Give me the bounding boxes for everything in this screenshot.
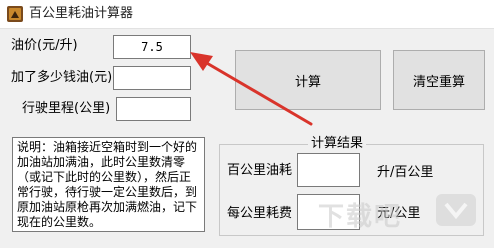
per100-unit: 升/百公里	[377, 165, 434, 180]
watermark: 下载吧	[318, 202, 403, 232]
calculate-button[interactable]: 计算	[235, 50, 381, 110]
price-input[interactable]: 7.5	[113, 35, 191, 59]
reset-button[interactable]: 清空重算	[393, 50, 485, 110]
per100-label: 百公里油耗	[227, 163, 293, 178]
cost-per-km-label: 每公里耗费	[227, 206, 293, 221]
fuel-amount-label: 加了多少钱油(元)	[11, 70, 113, 85]
fuel-amount-input[interactable]	[113, 66, 191, 90]
window-title: 百公里耗油计算器	[29, 6, 134, 21]
distance-label: 行驶里程(公里)	[22, 101, 111, 116]
distance-input[interactable]	[116, 97, 191, 121]
per100-output[interactable]	[297, 153, 360, 187]
results-group-title: 计算结果	[308, 136, 367, 152]
app-icon	[7, 6, 23, 22]
arrow-head-icon	[190, 52, 213, 71]
price-label: 油价(元/升)	[11, 38, 78, 53]
instructions-textbox[interactable]: 说明：油箱接近空箱时到一个好的加油站加满油，此时公里数清零（或记下此时的公里数）…	[12, 137, 205, 232]
watermark-logo-icon	[436, 194, 476, 226]
